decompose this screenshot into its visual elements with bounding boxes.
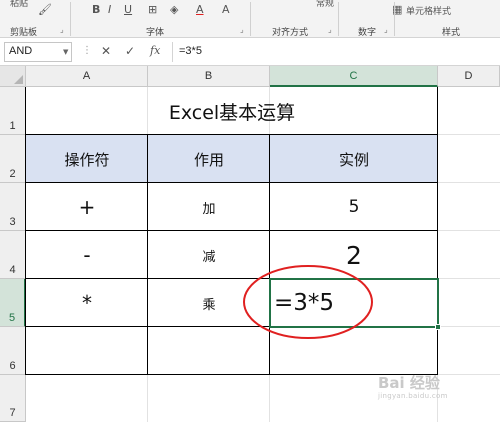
group-font: 字体 [146, 28, 165, 38]
enter-button[interactable]: ✓ [125, 44, 135, 58]
format-painter-icon[interactable]: 🖌 [38, 3, 52, 16]
italic-button[interactable]: I [108, 3, 111, 16]
ribbon-divider [394, 2, 395, 36]
number-launcher-icon[interactable]: ⌟ [384, 25, 388, 34]
text-style-button[interactable]: A [222, 3, 230, 16]
name-box[interactable]: AND [4, 42, 72, 62]
group-number: 数字 [358, 28, 377, 38]
group-clipboard: 剪贴板 [10, 28, 38, 38]
formula-bar: AND ▼ ⋮ ✕ ✓ fx =3*5 [0, 38, 500, 66]
bold-button[interactable]: B [92, 3, 100, 16]
clipboard-launcher-icon[interactable]: ⌟ [60, 25, 64, 34]
underline-button[interactable]: U [124, 3, 132, 16]
cancel-button[interactable]: ✕ [101, 44, 111, 58]
ribbon-divider [70, 2, 71, 36]
insert-function-button[interactable]: fx [150, 44, 160, 57]
font-launcher-icon[interactable]: ⌟ [240, 25, 244, 34]
watermark-brand: Bai 经验 [378, 374, 440, 392]
ribbon-divider [250, 2, 251, 36]
paste-label[interactable]: 粘贴 [10, 0, 28, 9]
watermark-url: jingyan.baidu.com [378, 392, 448, 400]
ribbon: 粘贴 🖌 B I U ⊞ ◈ A A 常规 ▦ 单元格样式 剪贴板 ⌟ 字体 ⌟… [0, 0, 500, 38]
baidu-watermark: Bai 经验 jingyan.baidu.com [378, 372, 448, 400]
alignment-launcher-icon[interactable]: ⌟ [328, 25, 332, 34]
font-color-button[interactable]: A [196, 3, 204, 16]
fill-color-icon[interactable]: ◈ [170, 3, 178, 16]
formula-bar-grip-icon: ⋮ [82, 45, 92, 56]
formula-input[interactable]: =3*5 [172, 42, 498, 62]
group-alignment: 对齐方式 [272, 28, 309, 38]
number-format-label[interactable]: 常规 [316, 0, 334, 9]
annotation-ellipse [243, 265, 373, 339]
name-box-dropdown-icon[interactable]: ▼ [63, 48, 68, 56]
cell-styles-button[interactable]: 单元格样式 [406, 4, 451, 17]
group-styles: 样式 [442, 28, 461, 38]
borders-icon[interactable]: ⊞ [148, 3, 157, 16]
ribbon-divider [338, 2, 339, 36]
worksheet-grid[interactable]: A B C D 1 2 3 4 5 6 7 Excel基本运算 操作符 作用 实… [0, 66, 500, 422]
